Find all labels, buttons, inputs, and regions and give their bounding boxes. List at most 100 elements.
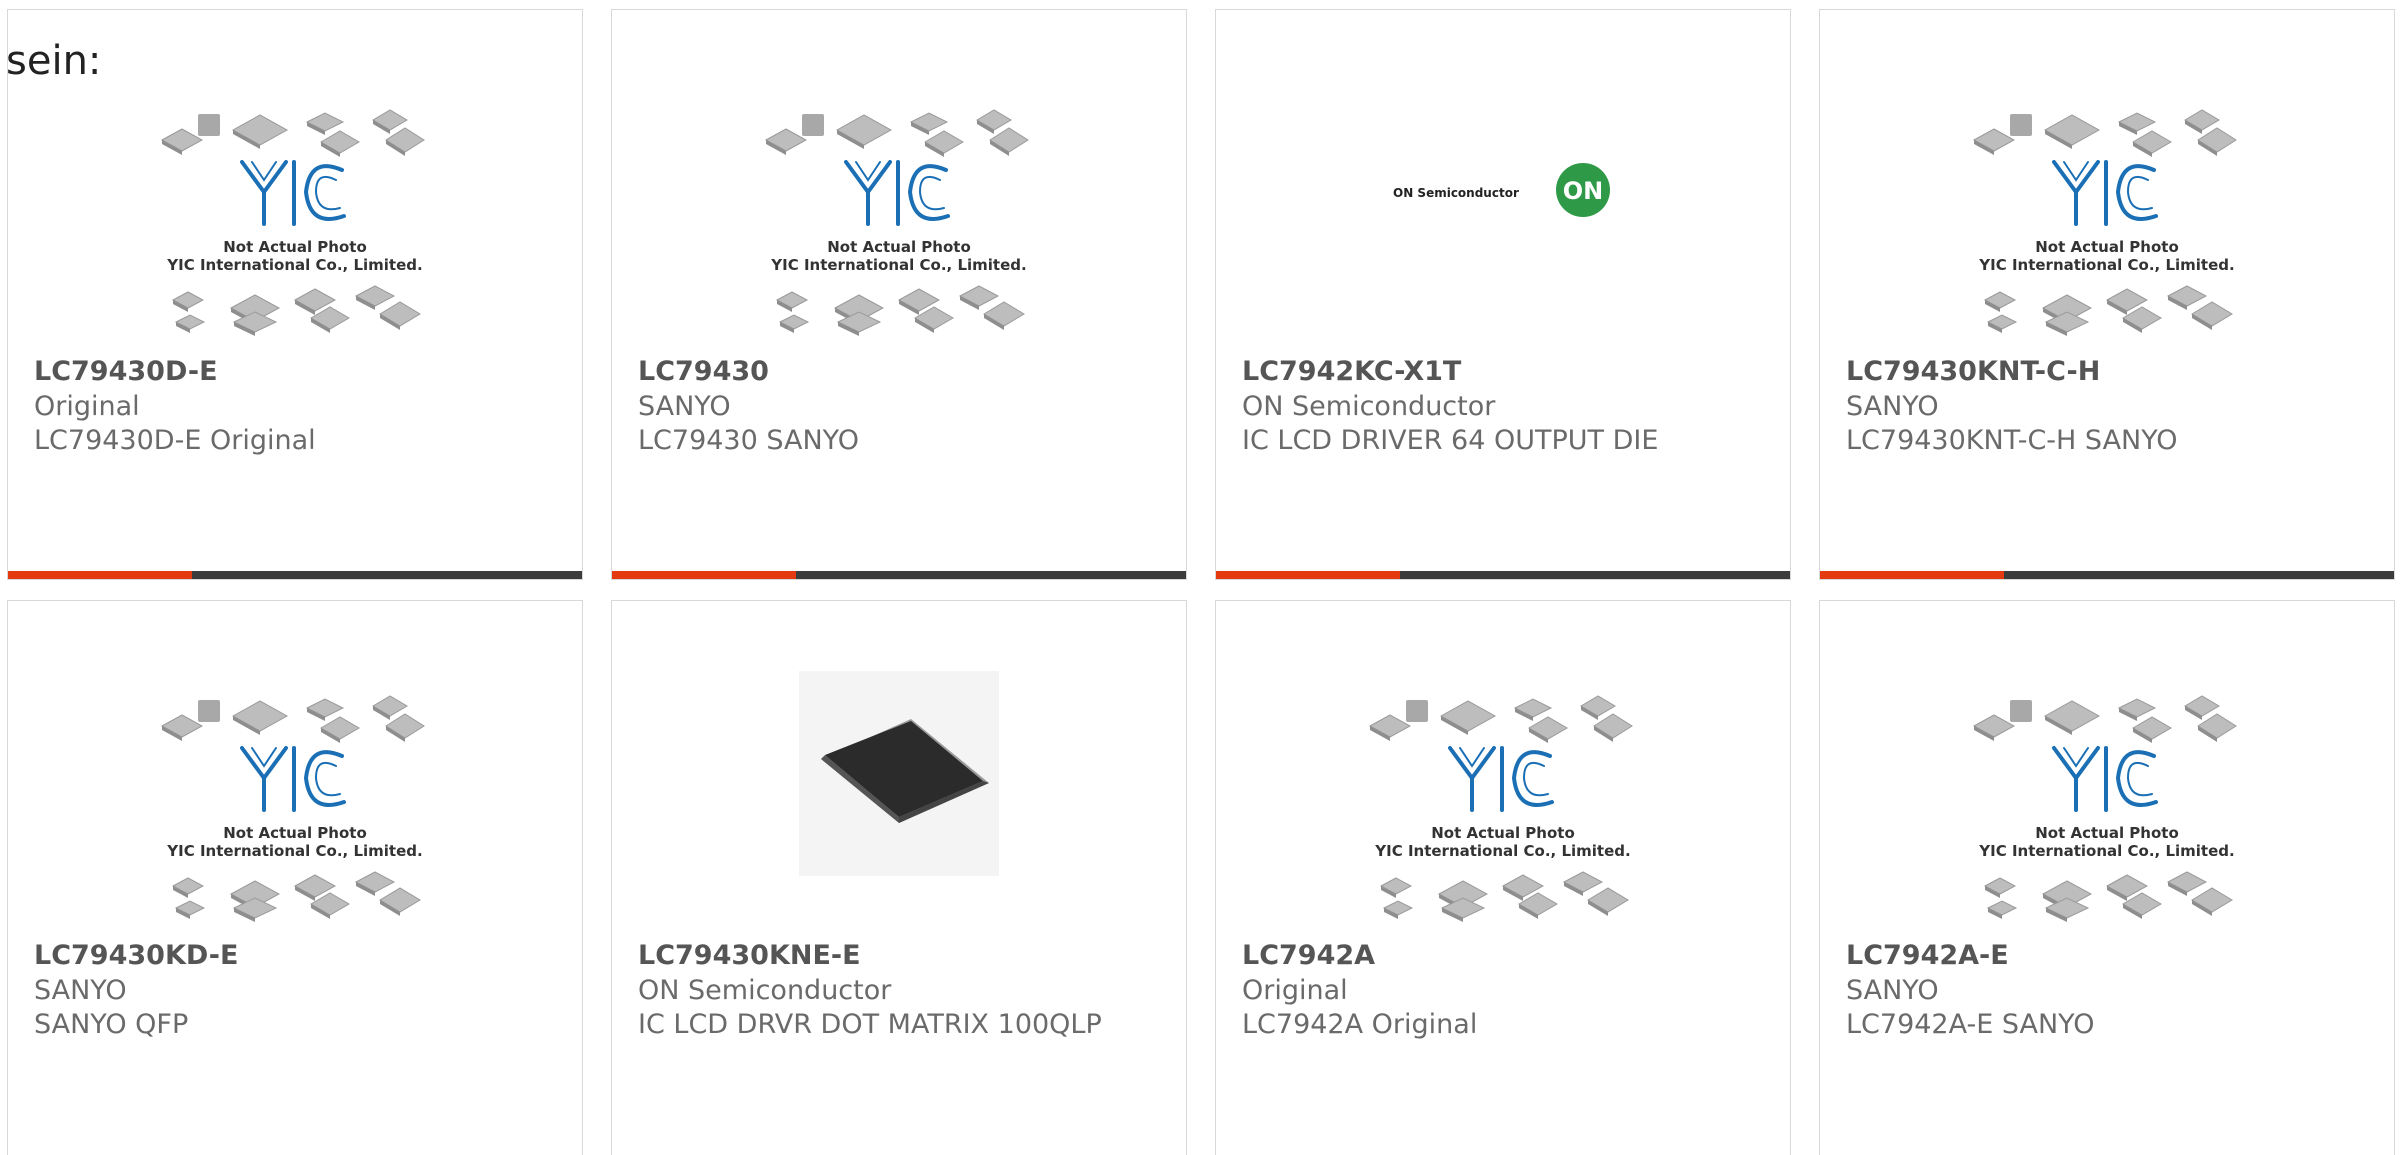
placeholder-caption-2: YIC International Co., Limited. <box>1374 842 1630 860</box>
chip-icon <box>1593 713 1633 742</box>
product-manufacturer: SANYO <box>34 975 127 1006</box>
chip-icon <box>174 900 206 919</box>
chip-icon <box>802 114 824 136</box>
placeholder-caption-1: Not Actual Photo <box>223 824 367 842</box>
chip-icon <box>354 871 396 896</box>
chip-icon <box>385 713 425 742</box>
product-name[interactable]: LC79430KNE-E <box>638 940 861 971</box>
chip-icon <box>385 127 425 156</box>
product-name[interactable]: LC7942A <box>1242 940 1375 971</box>
chip-icon <box>989 127 1029 156</box>
on-logo-wordmark: ON Semiconductor <box>1393 186 1519 200</box>
card-accent-bar <box>1820 571 2004 579</box>
yic-logo <box>2052 746 2158 812</box>
card-bottom-bar <box>8 571 582 579</box>
product-card[interactable]: Not Actual Photo YIC International Co., L… <box>1819 600 2395 1155</box>
card-accent-bar <box>1216 571 1400 579</box>
placeholder-caption-1: Not Actual Photo <box>1431 824 1575 842</box>
chip-icon <box>1439 700 1497 735</box>
yic-logo <box>2052 160 2158 226</box>
chip-icon <box>2132 716 2172 743</box>
chip-icon <box>1406 700 1428 722</box>
chip-icon <box>231 114 289 149</box>
chip-icon <box>2191 301 2233 330</box>
chip-icon <box>310 306 350 333</box>
product-card[interactable]: Not Actual Photo YIC International Co., L… <box>7 600 583 1155</box>
chip-icon <box>379 887 421 916</box>
chip-icon <box>2122 892 2162 919</box>
chip-icon <box>2010 114 2032 136</box>
card-bottom-bar <box>1216 571 1790 579</box>
product-card[interactable]: Not Actual Photo YIC International Co., L… <box>611 9 1187 580</box>
placeholder-caption-2: YIC International Co., Limited. <box>166 842 422 860</box>
chip-icon <box>1382 900 1414 919</box>
chip-icon <box>1368 714 1412 741</box>
product-name[interactable]: LC79430KNT-C-H <box>1846 356 2100 387</box>
card-accent-bar <box>8 571 192 579</box>
chip-icon <box>171 291 205 312</box>
placeholder-caption-1: Not Actual Photo <box>223 238 367 256</box>
chip-icon <box>1972 128 2016 155</box>
placeholder-caption-2: YIC International Co., Limited. <box>1978 842 2234 860</box>
card-accent-bar <box>612 571 796 579</box>
yic-placeholder-image: Not Actual PhotoYIC International Co., L… <box>160 109 425 336</box>
chip-icon <box>2166 871 2208 896</box>
chip-icon <box>305 112 345 135</box>
placeholder-caption-2: YIC International Co., Limited. <box>166 256 422 274</box>
chip-icon <box>305 698 345 721</box>
card-bottom-bar <box>612 571 1186 579</box>
product-description: IC LCD DRVR DOT MATRIX 100QLP <box>638 1009 1102 1040</box>
product-name[interactable]: LC7942A-E <box>1846 940 2009 971</box>
chip-icon <box>198 114 220 136</box>
chip-icon <box>171 877 205 898</box>
placeholder-caption-1: Not Actual Photo <box>827 238 971 256</box>
product-card[interactable]: ON Semiconductor ON LC7942KC-X1T ON Semi… <box>1215 9 1791 580</box>
chip-icon <box>320 716 360 743</box>
yic-logo <box>240 160 346 226</box>
product-manufacturer: SANYO <box>638 391 731 422</box>
product-card[interactable]: Not Actual Photo YIC International Co., L… <box>1215 600 1791 1155</box>
chip-icon <box>1983 291 2017 312</box>
chip-icon <box>1379 877 1413 898</box>
yic-placeholder-image: Not Actual PhotoYIC International Co., L… <box>1368 695 1633 922</box>
chip-icon <box>2197 713 2237 742</box>
chip-icon <box>2117 112 2157 135</box>
product-description: LC79430KNT-C-H SANYO <box>1846 425 2178 456</box>
yic-placeholder-image: Not Actual PhotoYIC International Co., L… <box>160 695 425 922</box>
chip-icon <box>1528 716 1568 743</box>
chip-icon <box>1518 892 1558 919</box>
product-name[interactable]: LC79430D-E <box>34 356 218 387</box>
product-name[interactable]: LC79430KD-E <box>34 940 238 971</box>
yic-placeholder-image: Not Actual PhotoYIC International Co., L… <box>1972 109 2237 336</box>
product-card[interactable]: Not Actual Photo YIC International Co., L… <box>1819 9 2395 580</box>
placeholder-caption-1: Not Actual Photo <box>2035 824 2179 842</box>
yic-placeholder-image: Not Actual PhotoYIC International Co., L… <box>764 109 1029 336</box>
chip-icon <box>909 112 949 135</box>
placeholder-caption-2: YIC International Co., Limited. <box>1978 256 2234 274</box>
chip-icon <box>160 128 204 155</box>
qfp-chip-photo <box>799 671 999 876</box>
product-card[interactable]: LC79430KNE-E ON Semiconductor IC LCD DRV… <box>611 600 1187 1155</box>
chip-icon <box>2010 700 2032 722</box>
product-card[interactable]: Not Actual Photo YIC International Co., L… <box>7 9 583 580</box>
chip-icon <box>958 285 1000 310</box>
chip-icon <box>775 291 809 312</box>
product-name[interactable]: LC7942KC-X1T <box>1242 356 1461 387</box>
chip-icon <box>231 700 289 735</box>
chip-icon <box>1986 900 2018 919</box>
chip-icon <box>2197 127 2237 156</box>
yic-logo <box>844 160 950 226</box>
chip-icon <box>1513 698 1553 721</box>
chip-icon <box>160 714 204 741</box>
chip-icon <box>914 306 954 333</box>
chip-icon <box>198 700 220 722</box>
qfp-chip-icon <box>821 719 989 823</box>
product-description: IC LCD DRIVER 64 OUTPUT DIE <box>1242 425 1659 456</box>
chip-icon <box>1986 314 2018 333</box>
card-bottom-bar <box>1820 571 2394 579</box>
chip-icon <box>2043 700 2101 735</box>
product-name[interactable]: LC79430 <box>638 356 769 387</box>
chip-icon <box>2117 698 2157 721</box>
product-description: LC7942A Original <box>1242 1009 1478 1040</box>
chip-icon <box>2166 285 2208 310</box>
